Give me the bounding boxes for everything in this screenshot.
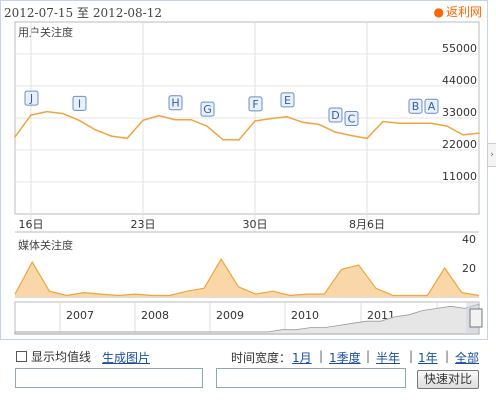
collapse-arrow-icon[interactable]: › — [487, 143, 496, 167]
data-point — [414, 122, 416, 125]
navigator-year-label: 2008 — [141, 309, 169, 322]
span-option-half-year[interactable]: 半年 — [376, 349, 400, 366]
y-tick-label: 40 — [462, 233, 476, 246]
span-separator: | — [366, 349, 371, 363]
data-point — [190, 118, 192, 121]
chart-title-media: 媒体关注度 — [18, 238, 73, 252]
data-point — [350, 134, 352, 137]
event-flag-label: J — [29, 92, 33, 105]
data-point — [318, 123, 320, 126]
navigator-year-label: 2010 — [291, 309, 319, 322]
data-point — [462, 134, 464, 136]
data-point — [286, 116, 288, 118]
average-checkbox[interactable] — [16, 351, 27, 362]
span-separator: | — [319, 349, 324, 363]
event-flag-label: D — [331, 109, 339, 122]
data-point — [302, 121, 304, 124]
data-point — [254, 120, 256, 122]
data-point — [110, 135, 112, 137]
data-point — [46, 110, 48, 113]
event-flag-label: B — [412, 100, 420, 113]
media-area — [15, 259, 479, 297]
data-point — [158, 114, 160, 117]
data-point — [78, 119, 80, 122]
span-separator: | — [445, 349, 450, 363]
span-separator: | — [409, 349, 414, 363]
event-flag-label: H — [171, 97, 179, 110]
y-tick-label: 44000 — [442, 74, 477, 87]
event-flag-label: C — [348, 112, 356, 125]
data-point — [382, 120, 384, 123]
data-point — [14, 136, 16, 138]
data-point — [430, 122, 432, 125]
data-point — [174, 118, 176, 121]
time-span-label: 时间宽度： — [231, 351, 292, 365]
keyword-input-1[interactable] — [15, 368, 203, 388]
x-tick-label: 16日 — [19, 218, 44, 231]
controls-bar: 显示均值线 生成图片 时间宽度： 1月 | 1季度 | 半年 | 1年 | 全部… — [0, 346, 496, 401]
show-average-toggle[interactable]: 显示均值线 — [16, 348, 91, 365]
x-tick-label: 8月6日 — [349, 218, 385, 231]
generate-image-link[interactable]: 生成图片 — [102, 349, 150, 366]
data-point — [398, 122, 400, 125]
series-line-media — [14, 258, 480, 297]
span-option-1-month[interactable]: 1月 — [292, 349, 312, 366]
data-point — [366, 137, 368, 140]
y-tick-label: 33000 — [442, 106, 477, 119]
data-point — [446, 125, 448, 127]
event-flag-label: F — [252, 98, 258, 111]
show-average-label: 显示均值线 — [31, 350, 92, 364]
y-tick-label: 22000 — [442, 138, 477, 151]
data-point — [94, 128, 96, 131]
x-tick-label: 23日 — [131, 218, 156, 231]
navigator-year-label: 2009 — [216, 309, 244, 322]
data-point — [270, 117, 272, 120]
y-tick-label: 55000 — [442, 42, 477, 55]
data-point — [142, 119, 144, 122]
navigator-year-label: 2007 — [66, 309, 94, 322]
data-point — [238, 139, 240, 141]
keyword-input-2[interactable] — [216, 368, 406, 388]
span-option-all[interactable]: 全部 — [455, 349, 479, 366]
y-tick-label: 20 — [462, 262, 476, 275]
event-flag-label: E — [284, 94, 291, 107]
x-tick-label: 30日 — [243, 218, 268, 231]
data-point — [206, 125, 208, 127]
data-point — [62, 112, 64, 115]
event-flag-label: I — [78, 97, 81, 110]
data-point — [478, 132, 480, 134]
span-option-1-quarter[interactable]: 1季度 — [329, 349, 361, 366]
navigator-handle[interactable] — [469, 308, 483, 328]
event-flag-label: A — [428, 100, 436, 113]
trend-charts: 用户关注度 11000 22000 33000 44000 55000 16日 23日 30日 8… — [14, 21, 483, 335]
data-point — [334, 131, 336, 133]
data-point — [30, 114, 32, 116]
span-option-1-year[interactable]: 1年 — [418, 349, 438, 366]
event-flag-label: G — [203, 103, 212, 116]
data-point — [222, 139, 224, 141]
y-tick-label: 11000 — [442, 170, 477, 183]
quick-compare-button[interactable]: 快速对比 — [417, 370, 479, 389]
chart-title-user: 用户关注度 — [18, 25, 73, 39]
data-point — [126, 137, 128, 140]
